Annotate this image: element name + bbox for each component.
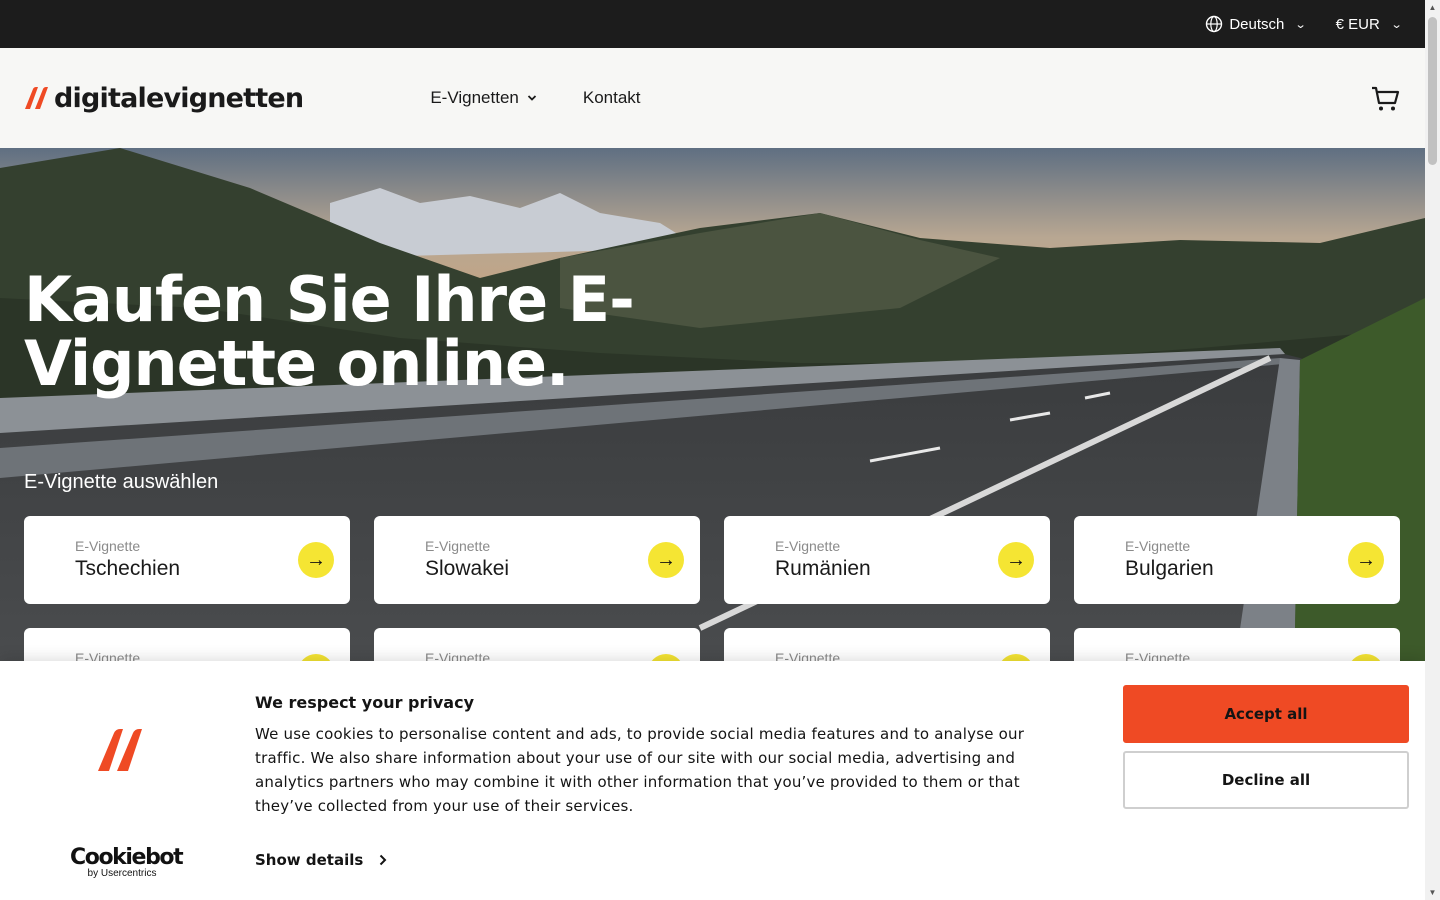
chevron-down-icon <box>527 95 536 101</box>
main-nav: E-Vignetten Kontakt <box>430 88 640 108</box>
vignette-card-slowakei[interactable]: E-Vignette Slowakei → <box>374 516 700 604</box>
chevron-down-icon: ⌄ <box>1294 18 1307 31</box>
vignette-card-bulgarien[interactable]: E-Vignette Bulgarien → <box>1074 516 1400 604</box>
language-label: Deutsch <box>1229 15 1285 33</box>
arrow-right-icon: → <box>998 542 1034 578</box>
logo-mark-icon <box>25 87 48 109</box>
currency-selector[interactable]: € EUR ⌄ <box>1335 15 1403 33</box>
cart-icon[interactable] <box>1369 82 1401 114</box>
brand-logo-mark-icon <box>98 729 142 771</box>
nav-label: E-Vignetten <box>430 88 519 107</box>
show-details-link[interactable]: Show details <box>255 851 387 869</box>
scroll-thumb[interactable] <box>1428 17 1437 165</box>
arrow-right-icon: → <box>298 542 334 578</box>
decline-all-button[interactable]: Decline all <box>1123 751 1409 809</box>
cookiebot-logo: Cookiebot by Usercentrics <box>70 845 184 879</box>
currency-label: € EUR <box>1335 15 1380 33</box>
cookie-title: We respect your privacy <box>255 693 475 712</box>
vignette-card-tschechien[interactable]: E-Vignette Tschechien → <box>24 516 350 604</box>
chevron-down-icon: ⌄ <box>1390 18 1403 31</box>
scroll-down-arrow-icon[interactable]: ▼ <box>1425 885 1440 900</box>
hero-subtitle: E-Vignette auswählen <box>24 471 219 493</box>
logo-text: digitalevignetten <box>54 82 304 114</box>
accept-all-button[interactable]: Accept all <box>1123 685 1409 743</box>
card-kicker: E-Vignette <box>1125 538 1191 554</box>
arrow-right-icon: → <box>648 542 684 578</box>
page-scrollbar[interactable]: ▲ ▼ <box>1425 0 1440 900</box>
arrow-right-icon: → <box>1348 542 1384 578</box>
card-kicker: E-Vignette <box>75 538 141 554</box>
card-title: Bulgarien <box>1125 557 1214 580</box>
cookiebot-brand: Cookiebot <box>70 845 184 870</box>
nav-kontakt[interactable]: Kontakt <box>583 88 641 108</box>
nav-label: Kontakt <box>582 88 641 107</box>
card-title: Rumänien <box>775 557 871 580</box>
card-kicker: E-Vignette <box>775 538 841 554</box>
vignette-card-rumaenien[interactable]: E-Vignette Rumänien → <box>724 516 1050 604</box>
card-kicker: E-Vignette <box>425 538 491 554</box>
language-selector[interactable]: Deutsch ⌄ <box>1205 15 1307 33</box>
nav-e-vignetten[interactable]: E-Vignetten <box>430 88 537 108</box>
cookie-text: We use cookies to personalise content an… <box>255 725 1025 815</box>
globe-icon <box>1206 15 1223 33</box>
scroll-up-arrow-icon[interactable]: ▲ <box>1425 0 1440 15</box>
site-header: digitalevignetten E-Vignetten Kontakt <box>0 48 1425 148</box>
card-title: Slowakei <box>425 557 510 580</box>
hero-title: Kaufen Sie Ihre E-Vignette online. <box>24 263 635 400</box>
chevron-right-icon <box>380 854 387 866</box>
site-logo[interactable]: digitalevignetten <box>24 82 304 114</box>
top-bar: Deutsch ⌄ € EUR ⌄ <box>0 0 1425 48</box>
show-details-label: Show details <box>255 851 364 869</box>
card-title: Tschechien <box>75 557 181 580</box>
